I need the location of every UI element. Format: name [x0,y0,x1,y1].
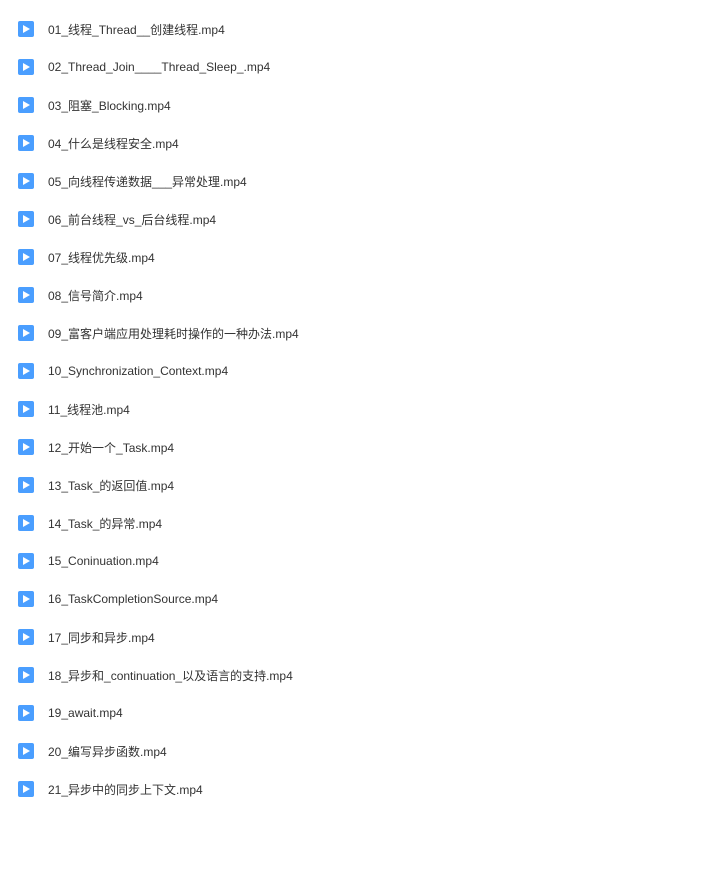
video-file-icon [18,135,34,151]
video-file-icon [18,667,34,683]
file-item[interactable]: 04_什么是线程安全.mp4 [18,124,705,162]
file-name-label: 02_Thread_Join____Thread_Sleep_.mp4 [48,60,270,74]
file-name-label: 21_异步中的同步上下文.mp4 [48,781,203,798]
file-item[interactable]: 15_Coninuation.mp4 [18,542,705,580]
file-item[interactable]: 03_阻塞_Blocking.mp4 [18,86,705,124]
file-item[interactable]: 17_同步和异步.mp4 [18,618,705,656]
file-item[interactable]: 19_await.mp4 [18,694,705,732]
video-file-icon [18,21,34,37]
file-name-label: 16_TaskCompletionSource.mp4 [48,592,218,606]
file-name-label: 18_异步和_continuation_以及语言的支持.mp4 [48,667,293,684]
video-file-icon [18,553,34,569]
file-name-label: 17_同步和异步.mp4 [48,629,155,646]
file-item[interactable]: 08_信号简介.mp4 [18,276,705,314]
file-item[interactable]: 16_TaskCompletionSource.mp4 [18,580,705,618]
video-file-icon [18,705,34,721]
file-name-label: 05_向线程传递数据___异常处理.mp4 [48,173,247,190]
video-file-icon [18,249,34,265]
file-name-label: 03_阻塞_Blocking.mp4 [48,97,171,114]
video-file-icon [18,477,34,493]
file-name-label: 19_await.mp4 [48,706,123,720]
file-item[interactable]: 14_Task_的异常.mp4 [18,504,705,542]
file-item[interactable]: 21_异步中的同步上下文.mp4 [18,770,705,808]
file-name-label: 14_Task_的异常.mp4 [48,515,162,532]
file-name-label: 04_什么是线程安全.mp4 [48,135,179,152]
file-item[interactable]: 12_开始一个_Task.mp4 [18,428,705,466]
file-item[interactable]: 05_向线程传递数据___异常处理.mp4 [18,162,705,200]
video-file-icon [18,629,34,645]
file-item[interactable]: 13_Task_的返回值.mp4 [18,466,705,504]
file-name-label: 07_线程优先级.mp4 [48,249,155,266]
video-file-icon [18,287,34,303]
file-name-label: 12_开始一个_Task.mp4 [48,439,174,456]
file-name-label: 08_信号简介.mp4 [48,287,143,304]
file-item[interactable]: 07_线程优先级.mp4 [18,238,705,276]
file-name-label: 09_富客户端应用处理耗时操作的一种办法.mp4 [48,325,299,342]
video-file-icon [18,211,34,227]
file-name-label: 01_线程_Thread__创建线程.mp4 [48,21,225,38]
video-file-icon [18,439,34,455]
file-item[interactable]: 02_Thread_Join____Thread_Sleep_.mp4 [18,48,705,86]
file-item[interactable]: 01_线程_Thread__创建线程.mp4 [18,10,705,48]
file-item[interactable]: 18_异步和_continuation_以及语言的支持.mp4 [18,656,705,694]
file-name-label: 15_Coninuation.mp4 [48,554,159,568]
video-file-icon [18,363,34,379]
video-file-icon [18,173,34,189]
file-name-label: 11_线程池.mp4 [48,401,130,418]
file-name-label: 10_Synchronization_Context.mp4 [48,364,228,378]
file-item[interactable]: 10_Synchronization_Context.mp4 [18,352,705,390]
file-item[interactable]: 20_编写异步函数.mp4 [18,732,705,770]
file-item[interactable]: 11_线程池.mp4 [18,390,705,428]
file-list: 01_线程_Thread__创建线程.mp4 02_Thread_Join____… [18,10,705,808]
file-item[interactable]: 06_前台线程_vs_后台线程.mp4 [18,200,705,238]
file-name-label: 20_编写异步函数.mp4 [48,743,167,760]
file-name-label: 13_Task_的返回值.mp4 [48,477,174,494]
video-file-icon [18,325,34,341]
file-item[interactable]: 09_富客户端应用处理耗时操作的一种办法.mp4 [18,314,705,352]
video-file-icon [18,591,34,607]
video-file-icon [18,515,34,531]
video-file-icon [18,781,34,797]
video-file-icon [18,59,34,75]
video-file-icon [18,743,34,759]
video-file-icon [18,401,34,417]
file-name-label: 06_前台线程_vs_后台线程.mp4 [48,211,216,228]
video-file-icon [18,97,34,113]
